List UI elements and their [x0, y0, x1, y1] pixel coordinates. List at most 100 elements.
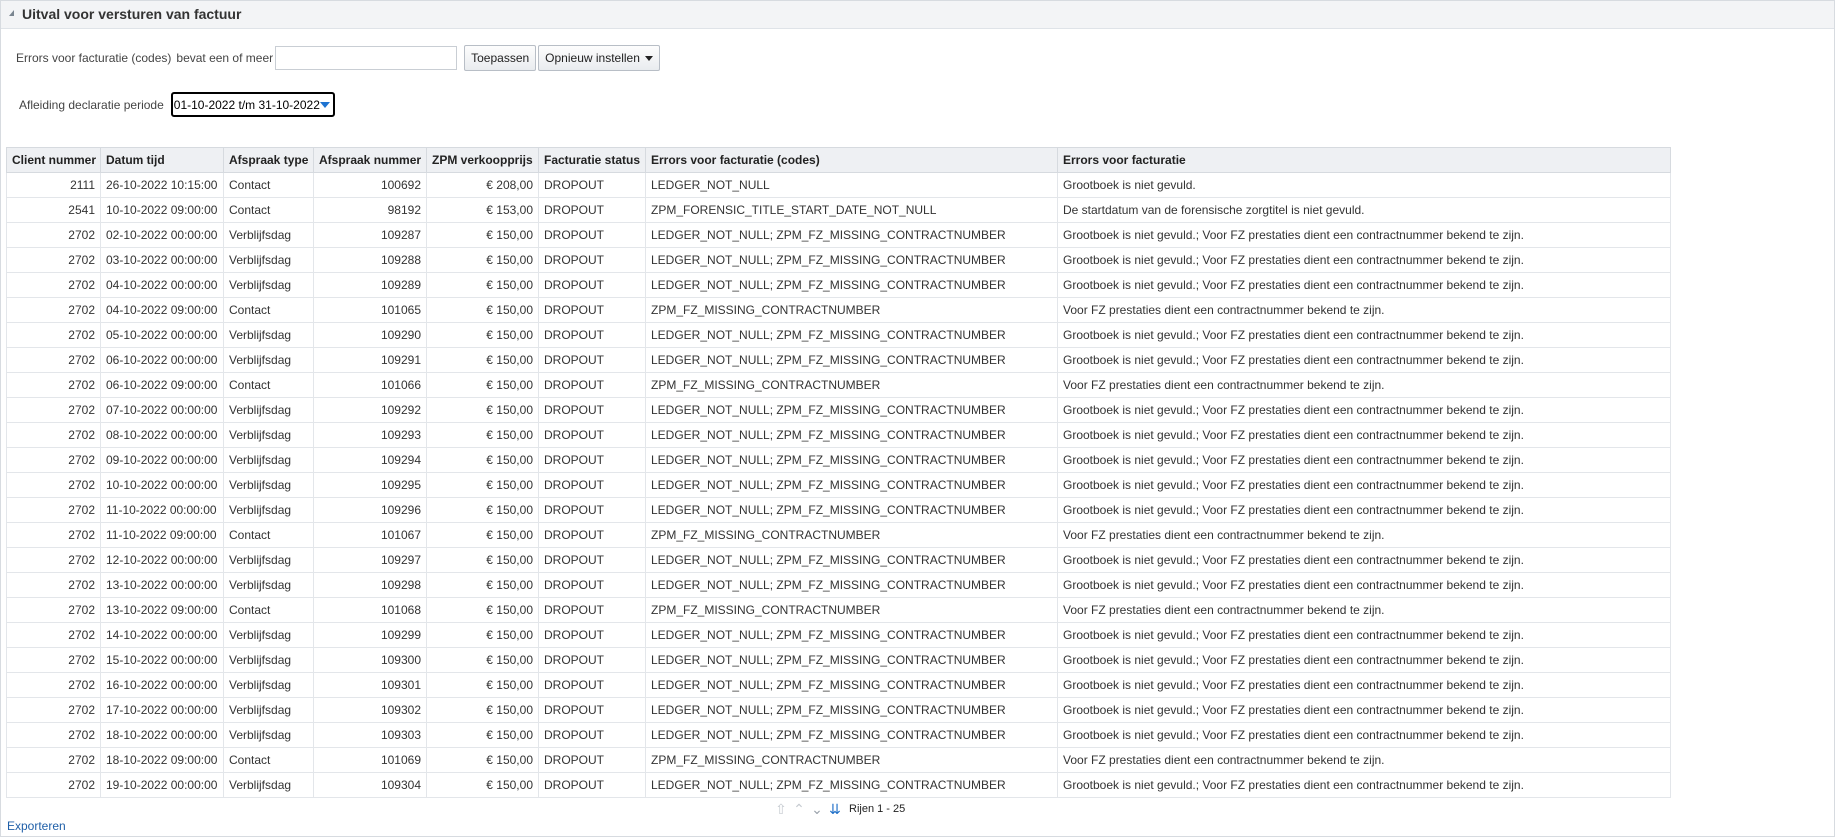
table-cell: € 150,00 — [426, 672, 539, 698]
table-cell: Voor FZ prestaties dient een contractnum… — [1057, 297, 1671, 323]
table-cell: 109297 — [313, 547, 427, 573]
table-cell: € 150,00 — [426, 597, 539, 623]
table-cell: DROPOUT — [538, 497, 646, 523]
collapse-triangle-icon[interactable] — [9, 9, 14, 16]
period-label: Afleiding declaratie periode — [19, 97, 164, 112]
table-cell: 12-10-2022 00:00:00 — [100, 547, 224, 573]
table-cell: LEDGER_NOT_NULL; ZPM_FZ_MISSING_CONTRACT… — [645, 322, 1058, 348]
table-cell: DROPOUT — [538, 572, 646, 598]
filter-row: Errors voor facturatie (codes) bevat een… — [16, 45, 662, 71]
table-row: 2702 09-10-2022 00:00:00 Verblijfsdag 10929… — [6, 447, 1671, 473]
table-cell: 2702 — [6, 272, 101, 298]
table-cell: 109292 — [313, 397, 427, 423]
table-cell: 2702 — [6, 247, 101, 273]
column-header[interactable]: Errors voor facturatie (codes) — [645, 147, 1058, 173]
table-cell: 109303 — [313, 722, 427, 748]
table-cell: Verblijfsdag — [223, 272, 314, 298]
column-header[interactable]: Errors voor facturatie — [1057, 147, 1671, 173]
table-cell: Verblijfsdag — [223, 647, 314, 673]
table-cell: 06-10-2022 09:00:00 — [100, 372, 224, 398]
table-cell: 109296 — [313, 497, 427, 523]
export-link[interactable]: Exporteren — [7, 819, 66, 833]
column-header[interactable]: ZPM verkoopprijs — [426, 147, 539, 173]
table-cell: Grootboek is niet gevuld.; Voor FZ prest… — [1057, 772, 1671, 798]
table-row: 2541 10-10-2022 09:00:00 Contact 98192 € 153… — [6, 197, 1671, 223]
table-cell: 109304 — [313, 772, 427, 798]
table-cell: LEDGER_NOT_NULL; ZPM_FZ_MISSING_CONTRACT… — [645, 722, 1058, 748]
table-cell: ZPM_FORENSIC_TITLE_START_DATE_NOT_NULL — [645, 197, 1058, 223]
table-cell: 26-10-2022 10:15:00 — [100, 172, 224, 198]
table-cell: € 150,00 — [426, 622, 539, 648]
table-cell: € 150,00 — [426, 697, 539, 723]
results-table: Client nummer Datum tijd Afspraak type Afsp… — [6, 147, 1671, 798]
table-cell: Contact — [223, 747, 314, 773]
filter-value-input[interactable] — [275, 46, 458, 70]
table-cell: Verblijfsdag — [223, 397, 314, 423]
column-header[interactable]: Facturatie status — [538, 147, 646, 173]
column-header[interactable]: Client nummer — [6, 147, 101, 173]
table-cell: 2702 — [6, 347, 101, 373]
dropdown-arrow-icon[interactable] — [319, 102, 330, 108]
table-cell: 101065 — [313, 297, 427, 323]
table-cell: 05-10-2022 00:00:00 — [100, 322, 224, 348]
table-cell: DROPOUT — [538, 522, 646, 548]
table-cell: 07-10-2022 00:00:00 — [100, 397, 224, 423]
table-row: 2702 11-10-2022 00:00:00 Verblijfsdag 10929… — [6, 497, 1671, 523]
table-cell: 109301 — [313, 672, 427, 698]
table-cell: 03-10-2022 00:00:00 — [100, 247, 224, 273]
table-cell: 11-10-2022 09:00:00 — [100, 522, 224, 548]
table-cell: 2702 — [6, 372, 101, 398]
table-cell: € 150,00 — [426, 297, 539, 323]
panel-header[interactable]: Uitval voor versturen van factuur — [1, 1, 1834, 29]
table-cell: Verblijfsdag — [223, 422, 314, 448]
table-cell: Grootboek is niet gevuld. — [1057, 172, 1671, 198]
table-cell: € 150,00 — [426, 247, 539, 273]
table-cell: LEDGER_NOT_NULL; ZPM_FZ_MISSING_CONTRACT… — [645, 422, 1058, 448]
table-cell: Contact — [223, 597, 314, 623]
column-header[interactable]: Afspraak nummer — [313, 147, 427, 173]
table-cell: LEDGER_NOT_NULL; ZPM_FZ_MISSING_CONTRACT… — [645, 497, 1058, 523]
table-cell: DROPOUT — [538, 197, 646, 223]
apply-button[interactable]: Toepassen — [464, 45, 537, 71]
table-cell: LEDGER_NOT_NULL; ZPM_FZ_MISSING_CONTRACT… — [645, 272, 1058, 298]
column-header[interactable]: Datum tijd — [100, 147, 224, 173]
table-cell: 98192 — [313, 197, 427, 223]
table-cell: Grootboek is niet gevuld.; Voor FZ prest… — [1057, 422, 1671, 448]
table-row: 2702 18-10-2022 09:00:00 Contact 101069 € 15… — [6, 747, 1671, 773]
table-cell: Grootboek is niet gevuld.; Voor FZ prest… — [1057, 572, 1671, 598]
reset-button[interactable]: Opnieuw instellen — [538, 45, 660, 71]
table-cell: 16-10-2022 00:00:00 — [100, 672, 224, 698]
table-row: 2702 12-10-2022 00:00:00 Verblijfsdag 10929… — [6, 547, 1671, 573]
table-cell: DROPOUT — [538, 247, 646, 273]
table-cell: Grootboek is niet gevuld.; Voor FZ prest… — [1057, 347, 1671, 373]
last-page-icon[interactable]: ⇊ — [827, 801, 843, 817]
table-cell: 02-10-2022 00:00:00 — [100, 222, 224, 248]
rows-range-label: Rijen 1 - 25 — [849, 803, 906, 815]
table-cell: Verblijfsdag — [223, 547, 314, 573]
first-page-icon[interactable]: ⇧ — [773, 801, 789, 817]
table-cell: 109287 — [313, 222, 427, 248]
table-cell: LEDGER_NOT_NULL; ZPM_FZ_MISSING_CONTRACT… — [645, 672, 1058, 698]
table-cell: ZPM_FZ_MISSING_CONTRACTNUMBER — [645, 297, 1058, 323]
period-select[interactable]: 01-10-2022 t/m 31-10-2022 — [170, 92, 335, 117]
column-header[interactable]: Afspraak type — [223, 147, 314, 173]
table-cell: Grootboek is niet gevuld.; Voor FZ prest… — [1057, 222, 1671, 248]
next-page-icon[interactable]: ⌄ — [809, 801, 825, 817]
table-cell: 2702 — [6, 597, 101, 623]
table-cell: DROPOUT — [538, 647, 646, 673]
table-cell: Voor FZ prestaties dient een contractnum… — [1057, 747, 1671, 773]
table-cell: 2702 — [6, 747, 101, 773]
table-cell: Verblijfsdag — [223, 772, 314, 798]
table-cell: Contact — [223, 197, 314, 223]
table-cell: DROPOUT — [538, 322, 646, 348]
table-cell: Grootboek is niet gevuld.; Voor FZ prest… — [1057, 547, 1671, 573]
table-cell: LEDGER_NOT_NULL; ZPM_FZ_MISSING_CONTRACT… — [645, 472, 1058, 498]
table-cell: DROPOUT — [538, 472, 646, 498]
panel-title: Uitval voor versturen van factuur — [22, 6, 242, 22]
table-cell: 2702 — [6, 622, 101, 648]
table-cell: DROPOUT — [538, 297, 646, 323]
previous-page-icon[interactable]: ⌃ — [791, 801, 807, 817]
table-cell: DROPOUT — [538, 597, 646, 623]
table-cell: 13-10-2022 09:00:00 — [100, 597, 224, 623]
table-cell: LEDGER_NOT_NULL; ZPM_FZ_MISSING_CONTRACT… — [645, 447, 1058, 473]
